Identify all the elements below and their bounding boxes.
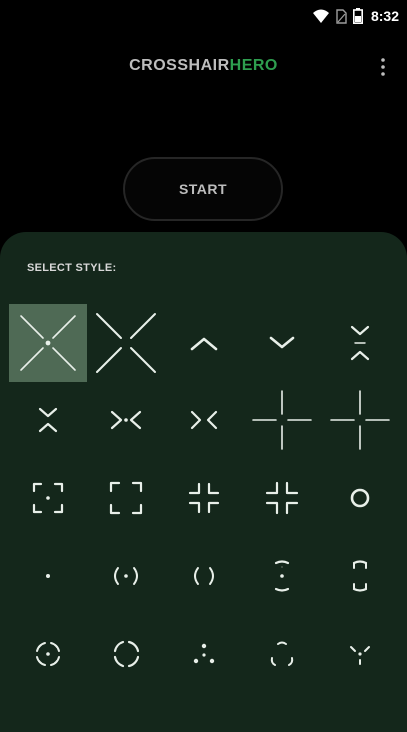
style-option-arrows-in-with-dot[interactable] <box>87 381 165 459</box>
style-panel: SELECT STYLE: <box>0 232 407 732</box>
style-option-plus-gap[interactable] <box>243 381 321 459</box>
chevron-up-crosshair-icon <box>190 337 218 351</box>
vertical-brackets-crosshair-icon <box>352 560 368 592</box>
bracket-square-dot-crosshair-icon <box>32 482 64 514</box>
circle-quartered-crosshair-icon <box>113 640 140 668</box>
plus-gap-alt-crosshair-icon <box>330 390 390 450</box>
style-option-triangle-dots[interactable] <box>165 615 243 693</box>
parens-crosshair-icon <box>194 567 214 585</box>
style-option-double-chevron-vertical-wide[interactable] <box>9 381 87 459</box>
sim-icon <box>335 8 347 24</box>
style-option-double-chevron-vertical[interactable] <box>321 304 399 382</box>
arrows-in-with-dot-crosshair-icon <box>110 410 142 430</box>
bracket-square-crosshair-icon <box>109 481 143 515</box>
section-label: SELECT STYLE: <box>27 262 117 274</box>
style-option-parens-dot[interactable] <box>87 537 165 615</box>
style-option-chevron-down[interactable] <box>243 304 321 382</box>
triangle-dots-crosshair-icon <box>193 643 215 664</box>
style-option-triangle-dots-arcs[interactable] <box>243 615 321 693</box>
double-chevron-vertical-crosshair-icon <box>350 325 370 361</box>
style-option-bracket-square-dot[interactable] <box>9 459 87 537</box>
app-title-part2: HERO <box>229 57 278 74</box>
style-option-circle-dot-quartered[interactable] <box>9 615 87 693</box>
style-option-parens[interactable] <box>165 537 243 615</box>
app-title-part1: CROSSHAIR <box>129 57 230 74</box>
battery-icon <box>352 8 363 24</box>
style-option-triangle-dots-inverted[interactable] <box>321 615 399 693</box>
style-option-large-x-with-dot[interactable] <box>9 304 87 382</box>
style-option-corner-arrows-in-alt[interactable] <box>243 459 321 537</box>
style-option-arrows-in[interactable] <box>165 381 243 459</box>
style-option-corner-arrows-in[interactable] <box>165 459 243 537</box>
corner-arrows-in-alt-crosshair-icon <box>265 481 299 515</box>
arrows-in-crosshair-icon <box>190 410 218 430</box>
style-option-bracket-square[interactable] <box>87 459 165 537</box>
triangle-dots-arcs-crosshair-icon <box>270 641 294 666</box>
large-x-with-dot-crosshair-icon <box>20 315 76 371</box>
style-option-large-x[interactable] <box>87 304 165 382</box>
style-option-chevron-up[interactable] <box>165 304 243 382</box>
style-option-dot[interactable] <box>9 537 87 615</box>
status-time: 8:32 <box>370 8 399 24</box>
wifi-icon <box>312 9 329 23</box>
start-button-label: START <box>178 181 228 197</box>
large-x-crosshair-icon <box>96 313 156 373</box>
style-option-vertical-brackets-dot[interactable] <box>243 537 321 615</box>
vertical-brackets-dot-crosshair-icon <box>274 560 290 592</box>
style-option-circle-quartered[interactable] <box>87 615 165 693</box>
corner-arrows-in-crosshair-icon <box>188 482 220 514</box>
status-bar: 8:32 <box>0 0 407 32</box>
ring-crosshair-icon <box>350 488 370 508</box>
app-header: CROSSHAIRHERO <box>0 52 407 82</box>
app-title: CROSSHAIRHERO <box>0 57 407 75</box>
double-chevron-vertical-wide-crosshair-icon <box>38 407 58 433</box>
style-option-plus-gap-alt[interactable] <box>321 381 399 459</box>
dot-crosshair-icon <box>46 574 50 578</box>
more-vertical-icon[interactable] <box>379 56 387 78</box>
chevron-down-crosshair-icon <box>269 336 295 349</box>
parens-dot-crosshair-icon <box>114 567 138 585</box>
plus-gap-crosshair-icon <box>252 390 312 450</box>
style-option-vertical-brackets[interactable] <box>321 537 399 615</box>
circle-dot-quartered-crosshair-icon <box>36 642 60 666</box>
triangle-dots-inverted-crosshair-icon <box>350 646 370 665</box>
style-option-ring[interactable] <box>321 459 399 537</box>
start-button[interactable]: START <box>123 157 283 221</box>
